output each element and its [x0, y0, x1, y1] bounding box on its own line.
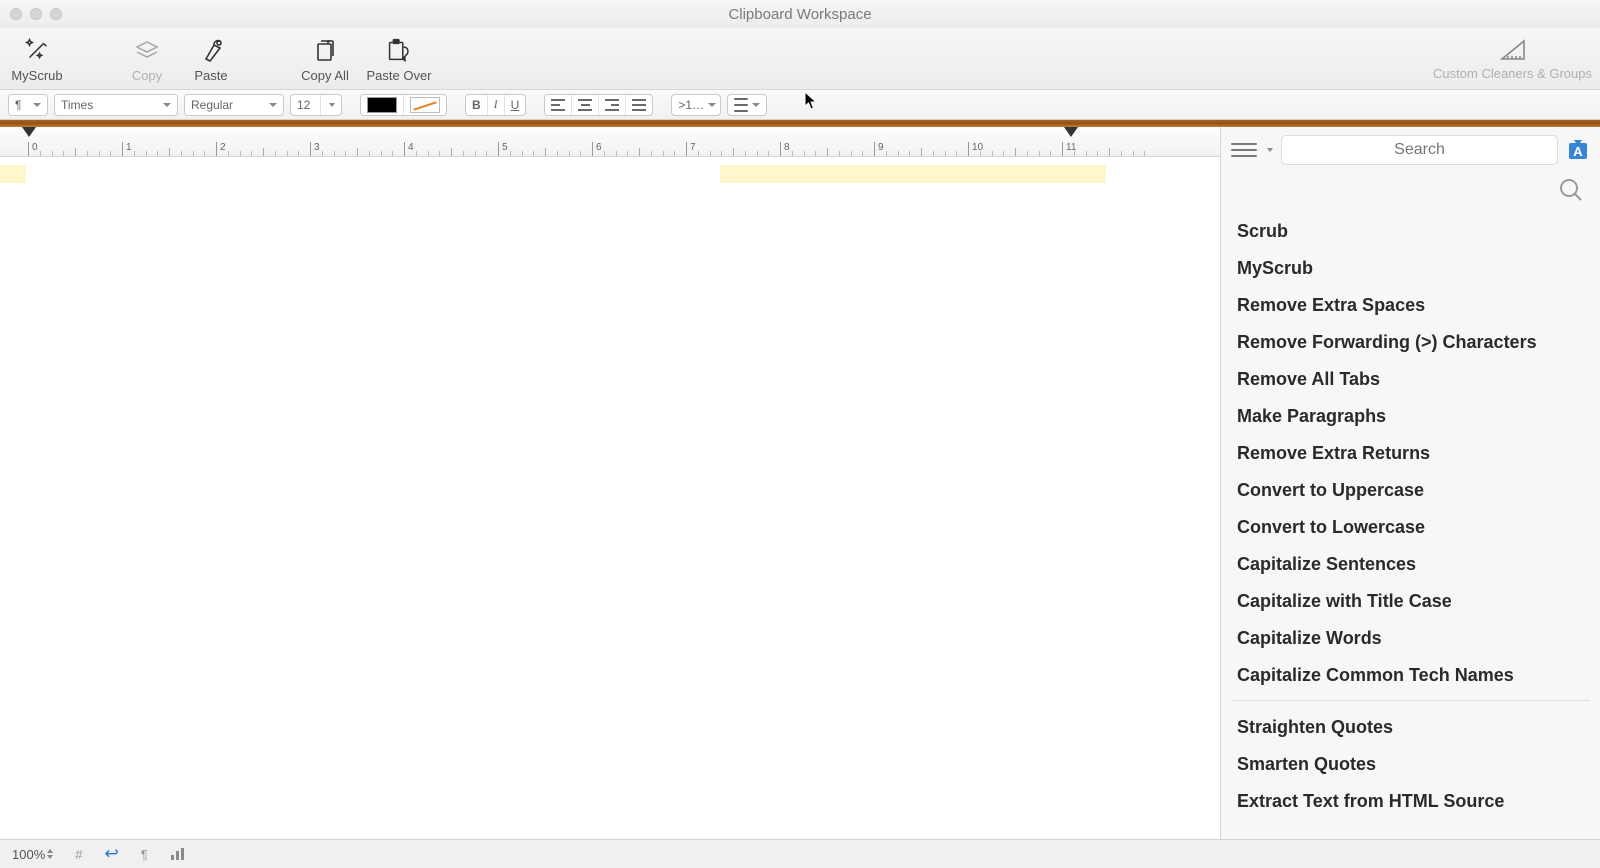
status-hash[interactable]: # — [75, 847, 82, 862]
cleaner-list: ScrubMyScrubRemove Extra SpacesRemove Fo… — [1221, 207, 1600, 830]
paste-over-button[interactable]: Paste Over — [360, 34, 438, 83]
pilcrow-style-dropdown[interactable]: ¶ — [8, 94, 48, 116]
ruler-number: 0 — [28, 142, 38, 156]
style-buttons: B I U — [465, 94, 526, 116]
status-return-icon[interactable]: ↩ — [104, 844, 118, 864]
ruler-number: 9 — [874, 142, 884, 156]
left-margin-marker[interactable] — [22, 127, 36, 137]
color-wells — [360, 94, 447, 116]
cleaner-item[interactable]: Capitalize Sentences — [1231, 546, 1590, 583]
cleaner-item[interactable]: Capitalize Common Tech Names — [1231, 657, 1590, 694]
text-cleaner-icon[interactable]: A — [1566, 137, 1590, 163]
cleaner-item[interactable]: MyScrub — [1231, 250, 1590, 287]
cleaner-item[interactable]: Straighten Quotes — [1231, 709, 1590, 746]
ruler-number: 2 — [216, 142, 226, 156]
paste-over-icon — [383, 34, 415, 66]
accent-strip — [0, 120, 1600, 127]
copy-button[interactable]: Copy — [118, 34, 176, 83]
alignment-buttons — [544, 94, 653, 116]
cleaner-item[interactable]: Remove Extra Returns — [1231, 435, 1590, 472]
ruler-number: 8 — [780, 142, 790, 156]
align-right-button[interactable] — [599, 95, 626, 115]
cleaner-item[interactable]: Scrub — [1231, 213, 1590, 250]
paste-button[interactable]: Paste — [182, 34, 240, 83]
cleaner-item[interactable]: Convert to Uppercase — [1231, 472, 1590, 509]
italic-button[interactable]: I — [488, 95, 505, 115]
ruler-number: 10 — [968, 142, 983, 156]
custom-cleaners-button[interactable]: Custom Cleaners & Groups — [1433, 36, 1592, 81]
search-input[interactable] — [1281, 135, 1558, 165]
ruler[interactable]: 01234567891011 — [0, 127, 1220, 157]
ruler-number: 7 — [686, 142, 696, 156]
line-spacing-dropdown[interactable]: >1… — [671, 94, 721, 116]
status-bars-icon[interactable] — [170, 847, 186, 861]
custom-cleaners-label: Custom Cleaners & Groups — [1433, 66, 1592, 81]
format-bar: ¶ Times Regular 12 B I U >1… — [0, 90, 1600, 120]
cleaner-item[interactable]: Convert to Lowercase — [1231, 509, 1590, 546]
myscrub-button[interactable]: MyScrub — [8, 34, 66, 83]
cleaner-item[interactable]: Remove All Tabs — [1231, 361, 1590, 398]
minimize-window-button[interactable] — [30, 8, 42, 20]
close-window-button[interactable] — [10, 8, 22, 20]
list-style-dropdown[interactable] — [727, 94, 767, 116]
document-area[interactable]: 01234567891011 — [0, 127, 1220, 839]
font-size-stepper-down[interactable] — [321, 95, 341, 115]
cleaner-item[interactable]: Capitalize Words — [1231, 620, 1590, 657]
ruler-number: 4 — [404, 142, 414, 156]
cleaner-item[interactable]: Remove Forwarding (>) Characters — [1231, 324, 1590, 361]
status-bar: 100% # ↩ ¶ — [0, 839, 1600, 868]
align-left-button[interactable] — [545, 95, 572, 115]
font-weight-dropdown[interactable]: Regular — [184, 94, 284, 116]
wand-sparkles-icon — [21, 34, 53, 66]
document-body[interactable] — [0, 157, 1220, 839]
cleaner-item[interactable]: Capitalize with Title Case — [1231, 583, 1590, 620]
zoom-window-button[interactable] — [50, 8, 62, 20]
divider — [1231, 700, 1590, 701]
glue-icon — [195, 34, 227, 66]
align-justify-button[interactable] — [626, 95, 652, 115]
cleaner-sidebar: A ScrubMyScrubRemove Extra SpacesRemove … — [1220, 127, 1600, 839]
paste-over-label: Paste Over — [366, 68, 431, 83]
right-margin-marker[interactable] — [1064, 127, 1078, 137]
copy-all-button[interactable]: Copy All — [296, 34, 354, 83]
highlight-color-well[interactable] — [404, 95, 446, 115]
ruler-number: 3 — [310, 142, 320, 156]
ruler-number: 5 — [498, 142, 508, 156]
list-icon — [734, 98, 748, 112]
bold-button[interactable]: B — [466, 95, 488, 115]
highlight-region — [720, 165, 1106, 183]
underline-button[interactable]: U — [505, 95, 526, 115]
text-color-well[interactable] — [361, 95, 404, 115]
cleaner-item[interactable]: Smarten Quotes — [1231, 746, 1590, 783]
window-title: Clipboard Workspace — [0, 6, 1600, 23]
search-magnifier-icon[interactable] — [1558, 177, 1584, 203]
copy-label: Copy — [132, 68, 162, 83]
svg-text:A: A — [1573, 144, 1583, 159]
status-pilcrow[interactable]: ¶ — [141, 847, 148, 862]
paste-label: Paste — [194, 68, 227, 83]
font-size-stepper[interactable]: 12 — [290, 94, 342, 116]
triangle-ruler-icon — [1497, 36, 1529, 64]
zoom-stepper[interactable]: 100% — [12, 847, 53, 862]
list-view-menu[interactable] — [1231, 141, 1257, 159]
ruler-number: 6 — [592, 142, 602, 156]
myscrub-label: MyScrub — [11, 68, 62, 83]
chevron-down-icon — [1267, 148, 1273, 152]
documents-icon — [309, 34, 341, 66]
copy-all-label: Copy All — [301, 68, 349, 83]
cleaner-item[interactable]: Extract Text from HTML Source — [1231, 783, 1590, 820]
ruler-number: 1 — [122, 142, 132, 156]
titlebar: Clipboard Workspace — [0, 0, 1600, 28]
align-center-button[interactable] — [572, 95, 599, 115]
cleaner-item[interactable]: Remove Extra Spaces — [1231, 287, 1590, 324]
copy-stack-icon — [131, 34, 163, 66]
font-family-dropdown[interactable]: Times — [54, 94, 178, 116]
main-toolbar: MyScrub Copy Paste — [0, 28, 1600, 90]
stepper-arrows-icon — [47, 849, 53, 859]
cleaner-item[interactable]: Make Paragraphs — [1231, 398, 1590, 435]
highlight-region — [0, 165, 26, 183]
